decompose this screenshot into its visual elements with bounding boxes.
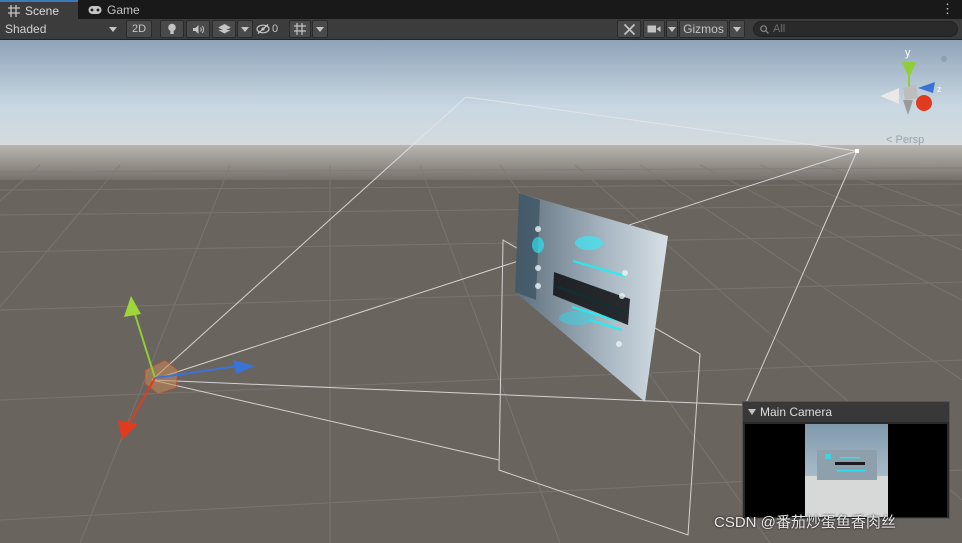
gamepad-icon — [88, 5, 102, 14]
effects-dropdown[interactable] — [237, 20, 253, 38]
gizmo-z-label: z — [937, 84, 942, 94]
chevron-down-icon — [733, 27, 741, 32]
gizmo-y-label: y — [905, 47, 911, 59]
sky — [0, 40, 962, 160]
draw-mode-dropdown[interactable]: Shaded — [0, 20, 122, 38]
camera-icon — [647, 25, 661, 33]
camera-preview-view — [745, 424, 947, 517]
projection-mode-label[interactable]: < Persp — [886, 134, 924, 146]
window-tab-bar: Scene Game ⋮ — [0, 0, 962, 19]
speaker-icon — [192, 24, 204, 34]
chevron-down-icon — [109, 27, 117, 32]
gizmos-button[interactable]: Gizmos — [679, 20, 728, 38]
grid-icon — [8, 4, 20, 17]
scene-toolbar: Shaded 2D 0 Gizmos All — [0, 19, 962, 40]
draw-mode-value: Shaded — [5, 22, 47, 36]
chevron-down-icon — [316, 27, 324, 32]
projection-label-text: Persp — [895, 134, 925, 146]
tab-game[interactable]: Game — [80, 0, 150, 19]
camera-preview: Main Camera — [742, 401, 950, 519]
frustum-handle[interactable] — [855, 149, 859, 153]
camera-settings-button[interactable] — [643, 20, 665, 38]
collapse-triangle-icon — [748, 409, 756, 415]
watermark: CSDN @番茄炒蛋鱼香肉丝 — [714, 514, 896, 531]
hierarchy-search — [753, 21, 958, 37]
chevron-down-icon — [668, 27, 676, 32]
search-icon — [760, 24, 769, 34]
grid-snap-icon — [294, 23, 306, 35]
camera-preview-title: Main Camera — [760, 405, 833, 419]
audio-toggle[interactable] — [186, 20, 210, 38]
effects-layers-icon — [217, 24, 231, 34]
lighting-toggle[interactable] — [160, 20, 184, 38]
tab-game-label: Game — [107, 2, 140, 17]
effects-toggle[interactable] — [212, 20, 236, 38]
gizmos-label: Gizmos — [683, 22, 724, 36]
tools-button[interactable] — [617, 20, 641, 38]
tab-scene-label: Scene — [25, 3, 60, 18]
toggle-2d-button[interactable]: 2D — [126, 20, 152, 38]
gizmos-dropdown[interactable] — [729, 20, 745, 38]
more-options-icon[interactable]: ⋮ — [941, 2, 954, 16]
scene-visibility-toggle[interactable]: 0 — [256, 20, 286, 38]
tools-icon — [623, 23, 635, 35]
chevron-left-icon: < — [886, 134, 893, 146]
light-bulb-icon — [168, 23, 176, 34]
hidden-eye-icon — [256, 24, 270, 34]
toggle-2d-label: 2D — [131, 23, 147, 35]
tab-scene[interactable]: Scene — [0, 0, 78, 19]
grid-toggle[interactable] — [289, 20, 311, 38]
camera-preview-header[interactable]: Main Camera — [743, 402, 949, 422]
search-input[interactable] — [773, 23, 943, 35]
camera-preview-render — [805, 424, 888, 517]
camera-settings-dropdown[interactable] — [666, 20, 678, 38]
chevron-down-icon — [241, 27, 249, 32]
hidden-objects-count: 0 — [272, 23, 279, 35]
grid-dropdown[interactable] — [312, 20, 328, 38]
horizon-band — [0, 145, 962, 185]
gizmo-red-sphere[interactable] — [916, 95, 932, 111]
